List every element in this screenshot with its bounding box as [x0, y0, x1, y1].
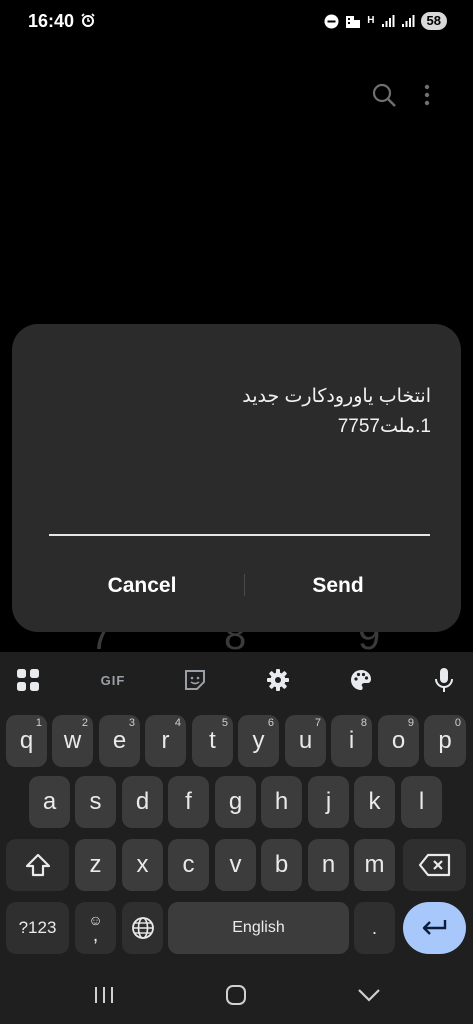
settings-gear-icon[interactable]	[264, 666, 292, 694]
key-s[interactable]: s	[75, 776, 116, 828]
symbols-key[interactable]: ?123	[6, 902, 69, 954]
key-p[interactable]: p0	[424, 715, 466, 767]
key-w[interactable]: w2	[52, 715, 93, 767]
key-n[interactable]: n	[308, 839, 349, 891]
key-j[interactable]: j	[308, 776, 349, 828]
key-i[interactable]: i8	[331, 715, 372, 767]
key-y[interactable]: y6	[238, 715, 279, 767]
do-not-disturb-icon	[324, 14, 339, 28]
backspace-key[interactable]	[403, 839, 466, 891]
dialog-message-line: انتخاب یاورودکارت جدید	[242, 386, 431, 407]
navigation-bar	[0, 966, 473, 1024]
ussd-dialog: انتخاب یاورودکارت جدید 1.ملت7757 Cancel …	[12, 324, 461, 632]
signal-icon-1	[381, 15, 395, 27]
key-a[interactable]: a	[29, 776, 70, 828]
cancel-button[interactable]: Cancel	[52, 564, 232, 608]
battery-indicator: 58	[420, 12, 447, 30]
dialog-message: انتخاب یاورودکارت جدید 1.ملت7757	[51, 382, 431, 442]
key-z[interactable]: z	[75, 839, 116, 891]
space-bar[interactable]: English	[168, 902, 349, 954]
shift-arrow-icon	[25, 853, 50, 877]
work-profile-icon	[346, 15, 361, 28]
key-x[interactable]: x	[122, 839, 163, 891]
key-v[interactable]: v	[215, 839, 256, 891]
status-time: 16:40	[28, 11, 75, 31]
dialog-message-line: 1.ملت7757	[337, 416, 431, 437]
key-q[interactable]: q1	[6, 715, 47, 767]
gif-label: GIF	[100, 672, 126, 688]
enter-arrow-icon	[422, 920, 446, 935]
theme-palette-icon[interactable]	[347, 666, 375, 694]
language-key[interactable]	[122, 902, 163, 954]
key-r[interactable]: r4	[145, 715, 186, 767]
keyboard-toolbar: GIF	[0, 652, 473, 708]
apps-grid-icon[interactable]	[14, 666, 42, 694]
period-key[interactable]: .	[354, 902, 395, 954]
shift-key[interactable]	[6, 839, 69, 891]
backspace-icon	[418, 853, 450, 877]
network-type-label: H	[367, 15, 375, 26]
key-u[interactable]: u7	[285, 715, 326, 767]
signal-icon-2	[401, 15, 415, 27]
key-h[interactable]: h	[261, 776, 302, 828]
home-button[interactable]	[216, 980, 256, 1010]
alarm-icon	[81, 13, 95, 27]
key-d[interactable]: d	[122, 776, 163, 828]
key-k[interactable]: k	[354, 776, 395, 828]
button-divider	[244, 574, 245, 596]
search-icon[interactable]	[371, 82, 397, 108]
send-button[interactable]: Send	[248, 564, 428, 608]
key-l[interactable]: l	[401, 776, 442, 828]
key-b[interactable]: b	[261, 839, 302, 891]
key-t[interactable]: t5	[192, 715, 233, 767]
key-o[interactable]: o9	[378, 715, 419, 767]
microphone-icon[interactable]	[430, 666, 458, 694]
sticker-icon[interactable]	[181, 666, 209, 694]
enter-key[interactable]	[403, 902, 466, 954]
globe-icon	[131, 917, 154, 939]
comma-label: ,	[92, 924, 99, 946]
home-icon	[226, 985, 246, 1005]
key-e[interactable]: e3	[99, 715, 140, 767]
back-button[interactable]	[349, 980, 389, 1010]
key-f[interactable]: f	[168, 776, 209, 828]
recent-apps-icon	[95, 987, 113, 1003]
emoji-comma-key[interactable]: ☺ ,	[75, 902, 116, 954]
more-options-icon[interactable]	[417, 82, 437, 108]
chevron-down-icon	[358, 989, 380, 1002]
key-c[interactable]: c	[168, 839, 209, 891]
status-icons: H 58	[324, 12, 447, 30]
gif-button[interactable]: GIF	[96, 666, 130, 694]
status-bar: 16:40 H 58	[0, 0, 473, 44]
key-m[interactable]: m	[354, 839, 395, 891]
key-g[interactable]: g	[215, 776, 256, 828]
reply-input[interactable]	[49, 504, 430, 536]
recent-apps-button[interactable]	[84, 980, 124, 1010]
